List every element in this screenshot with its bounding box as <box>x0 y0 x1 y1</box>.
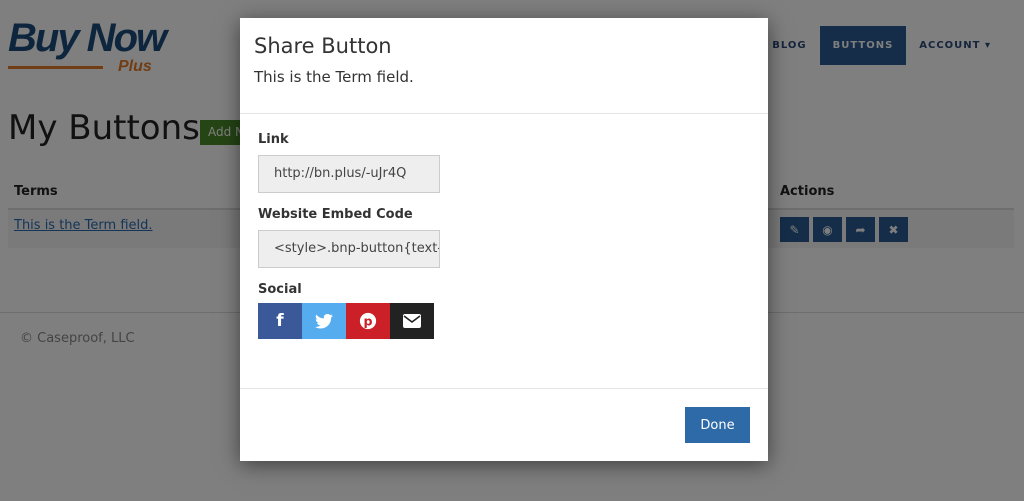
link-label: Link <box>258 132 289 147</box>
share-modal: Share Button This is the Term field. Lin… <box>240 18 768 461</box>
modal-title: Share Button <box>254 34 392 58</box>
svg-text:p: p <box>363 314 372 329</box>
embed-code-field[interactable]: <style>.bnp-button{text- <box>258 230 440 268</box>
embed-label: Website Embed Code <box>258 207 413 222</box>
link-field[interactable]: http://bn.plus/-uJr4Q <box>258 155 440 193</box>
modal-footer: Done <box>240 388 768 443</box>
email-icon[interactable] <box>390 303 434 339</box>
pinterest-icon[interactable]: p <box>346 303 390 339</box>
social-label: Social <box>258 282 302 297</box>
social-buttons: f p <box>258 303 750 339</box>
facebook-icon[interactable]: f <box>258 303 302 339</box>
twitter-icon[interactable] <box>302 303 346 339</box>
modal-subtitle: This is the Term field. <box>254 68 414 86</box>
done-button[interactable]: Done <box>685 407 750 443</box>
